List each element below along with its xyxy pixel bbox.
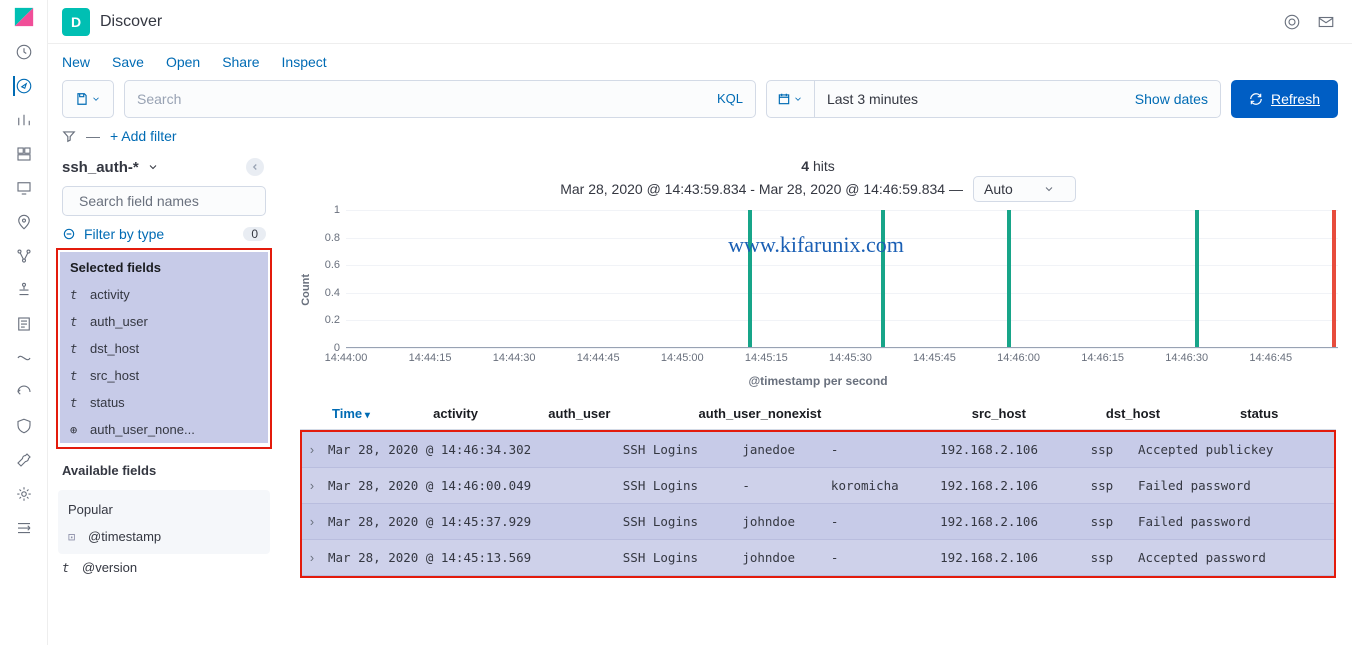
kibana-logo [13, 6, 35, 28]
table-row: › Mar 28, 2020 @ 14:45:13.569SSH Loginsj… [302, 540, 1334, 576]
menu-new[interactable]: New [62, 54, 90, 70]
time-range-label: Mar 28, 2020 @ 14:43:59.834 - Mar 28, 20… [560, 181, 963, 197]
popular-fields-box: Popular ⊡@timestamp [58, 490, 270, 554]
interval-select[interactable]: Auto [973, 176, 1076, 202]
query-row: KQL Last 3 minutes Show dates Refresh [48, 80, 1352, 128]
app-badge: D [62, 8, 90, 36]
expand-row-button[interactable]: › [302, 504, 322, 540]
column-header[interactable]: auth_user [542, 398, 692, 430]
column-header[interactable]: activity [427, 398, 542, 430]
selected-fields-box: Selected fields tactivitytauth_usertdst_… [56, 248, 272, 449]
field-search-input[interactable] [79, 193, 260, 209]
filter-type-count: 0 [243, 227, 266, 241]
page-title: Discover [100, 13, 162, 31]
table-row: › Mar 28, 2020 @ 14:46:00.049SSH Logins-… [302, 468, 1334, 504]
field-item[interactable]: ⊕auth_user_none... [60, 416, 268, 443]
filter-icon[interactable] [62, 129, 76, 143]
dashboard-icon[interactable] [14, 144, 34, 164]
field-item[interactable]: tdst_host [60, 335, 268, 362]
news-icon[interactable] [1280, 10, 1304, 34]
column-header[interactable]: dst_host [1100, 398, 1234, 430]
calendar-button[interactable] [767, 81, 815, 117]
clock-icon[interactable] [14, 42, 34, 62]
field-item[interactable]: ⊡@timestamp [58, 523, 270, 550]
devtools-icon[interactable] [14, 450, 34, 470]
search-input[interactable] [125, 81, 705, 117]
ml-icon[interactable] [14, 246, 34, 266]
column-header[interactable]: Time [326, 398, 427, 430]
top-header: D Discover [48, 0, 1352, 44]
metrics-icon[interactable] [14, 280, 34, 300]
filter-by-type[interactable]: Filter by type 0 [62, 226, 266, 242]
collapse-icon[interactable] [14, 518, 34, 538]
fields-sidebar: ssh_auth-* Filter by type 0 Selected [48, 152, 280, 645]
table-row: › Mar 28, 2020 @ 14:45:37.929SSH Loginsj… [302, 504, 1334, 540]
kql-toggle[interactable]: KQL [705, 81, 755, 117]
histogram-bar[interactable] [748, 210, 752, 348]
histogram-bar[interactable] [1195, 210, 1199, 348]
y-axis-label: Count [298, 274, 314, 306]
apm-icon[interactable] [14, 348, 34, 368]
management-icon[interactable] [14, 484, 34, 504]
available-fields-header: Available fields [52, 455, 276, 484]
chevron-down-icon[interactable] [147, 161, 159, 173]
column-header[interactable]: status [1234, 398, 1336, 430]
saved-query-button[interactable] [62, 80, 114, 118]
hit-count: 4 hits [284, 152, 1352, 176]
main-content: 4 hits Mar 28, 2020 @ 14:43:59.834 - Mar… [280, 152, 1352, 645]
uptime-icon[interactable] [14, 382, 34, 402]
menu-save[interactable]: Save [112, 54, 144, 70]
column-header[interactable]: src_host [966, 398, 1100, 430]
date-text[interactable]: Last 3 minutes [815, 81, 1123, 117]
logs-icon[interactable] [14, 314, 34, 334]
siem-icon[interactable] [14, 416, 34, 436]
canvas-icon[interactable] [14, 178, 34, 198]
show-dates-link[interactable]: Show dates [1123, 81, 1220, 117]
search-box: KQL [124, 80, 756, 118]
mail-icon[interactable] [1314, 10, 1338, 34]
menu-inspect[interactable]: Inspect [282, 54, 327, 70]
histogram-bar[interactable] [1007, 210, 1011, 348]
maps-icon[interactable] [14, 212, 34, 232]
menu-open[interactable]: Open [166, 54, 200, 70]
histogram-bar[interactable] [1332, 210, 1336, 348]
results-table-wrap: Timeactivityauth_userauth_user_nonexists… [298, 396, 1338, 580]
field-item[interactable]: tactivity [60, 281, 268, 308]
refresh-button[interactable]: Refresh [1231, 80, 1338, 118]
selected-fields-header: Selected fields [60, 252, 268, 281]
date-picker: Last 3 minutes Show dates [766, 80, 1221, 118]
x-axis-label: @timestamp per second [284, 370, 1352, 396]
compass-icon[interactable] [13, 76, 33, 96]
histogram-chart: Count 00.20.40.60.81 14:44:0014:44:1514:… [284, 210, 1352, 370]
field-item[interactable]: tstatus [60, 389, 268, 416]
table-row: › Mar 28, 2020 @ 14:46:34.302SSH Loginsj… [302, 432, 1334, 468]
filter-type-icon [62, 227, 76, 241]
expand-row-button[interactable]: › [302, 432, 322, 468]
action-menu: New Save Open Share Inspect [48, 44, 1352, 80]
popular-header: Popular [58, 494, 270, 523]
results-table: Timeactivityauth_userauth_user_nonexists… [300, 398, 1336, 430]
menu-share[interactable]: Share [222, 54, 259, 70]
index-pattern-label[interactable]: ssh_auth-* [62, 159, 139, 176]
field-search [62, 186, 266, 216]
expand-row-button[interactable]: › [302, 468, 322, 504]
field-item[interactable]: tsrc_host [60, 362, 268, 389]
chevron-down-icon [1043, 183, 1055, 195]
expand-row-button[interactable]: › [302, 540, 322, 576]
left-nav-rail [0, 0, 48, 645]
filter-bar: — + Add filter [48, 128, 1352, 152]
column-header[interactable]: auth_user_nonexist [693, 398, 966, 430]
collapse-sidebar-button[interactable] [246, 158, 264, 176]
field-item[interactable]: t@version [52, 554, 276, 581]
visualize-icon[interactable] [14, 110, 34, 130]
add-filter-link[interactable]: + Add filter [110, 128, 177, 144]
histogram-bar[interactable] [881, 210, 885, 348]
field-item[interactable]: tauth_user [60, 308, 268, 335]
